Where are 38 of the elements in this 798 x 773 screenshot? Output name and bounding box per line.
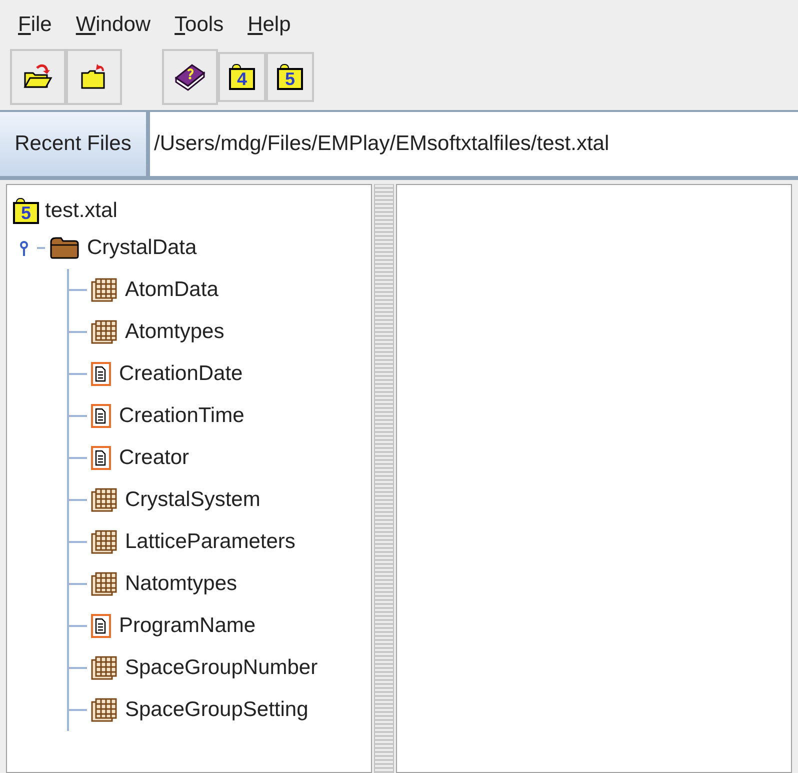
recent-files-button[interactable]: Recent Files	[0, 112, 150, 176]
folder-icon	[49, 237, 79, 259]
file-path-field[interactable]: /Users/mdg/Files/EMPlay/EMsoftxtalfiles/test.xtal	[150, 112, 798, 176]
table-grid-icon	[91, 656, 117, 680]
tree-node-label[interactable]: SpaceGroupNumber	[125, 652, 318, 684]
text-document-icon	[91, 614, 111, 638]
tree-node-label[interactable]: AtomData	[125, 274, 218, 306]
tree-node-label[interactable]: test.xtal	[45, 195, 118, 227]
toolbar-button[interactable]	[162, 49, 218, 105]
text-document-icon	[91, 362, 111, 386]
table-grid-icon	[91, 278, 117, 302]
text-document-icon	[91, 404, 111, 428]
menu-item[interactable]: Tools	[174, 14, 224, 34]
tree-node-label[interactable]: ProgramName	[119, 610, 256, 642]
toolbar-button[interactable]	[10, 49, 66, 105]
tree-node-label[interactable]: Atomtypes	[125, 316, 224, 348]
tree-node-label[interactable]: CreationDate	[119, 358, 243, 390]
tree-node-label[interactable]: LatticeParameters	[125, 526, 296, 558]
tree-node-label[interactable]: SpaceGroupSetting	[125, 694, 308, 726]
toolbar-button[interactable]	[66, 49, 122, 105]
toolbar-button[interactable]: 5	[266, 52, 314, 102]
menu-item[interactable]: Help	[248, 14, 291, 34]
tree-node-label[interactable]: Creator	[119, 442, 190, 474]
tree-node-label[interactable]: Natomtypes	[125, 568, 238, 600]
tree-node-label[interactable]: CrystalSystem	[125, 484, 260, 516]
open-folder-icon	[23, 63, 53, 91]
tree-node-label[interactable]: CreationTime	[119, 400, 244, 432]
text-document-icon	[91, 446, 111, 470]
table-grid-icon	[91, 572, 117, 596]
menu-item[interactable]: Window	[76, 14, 151, 34]
help-book-icon	[173, 62, 207, 92]
table-grid-icon	[91, 698, 117, 722]
tree-node-label[interactable]: CrystalData	[87, 232, 197, 264]
table-grid-icon	[91, 320, 117, 344]
table-grid-icon	[91, 530, 117, 554]
table-grid-icon	[91, 488, 117, 512]
menu-item[interactable]: File	[18, 14, 52, 34]
toolbar-button[interactable]: 4	[218, 52, 266, 102]
